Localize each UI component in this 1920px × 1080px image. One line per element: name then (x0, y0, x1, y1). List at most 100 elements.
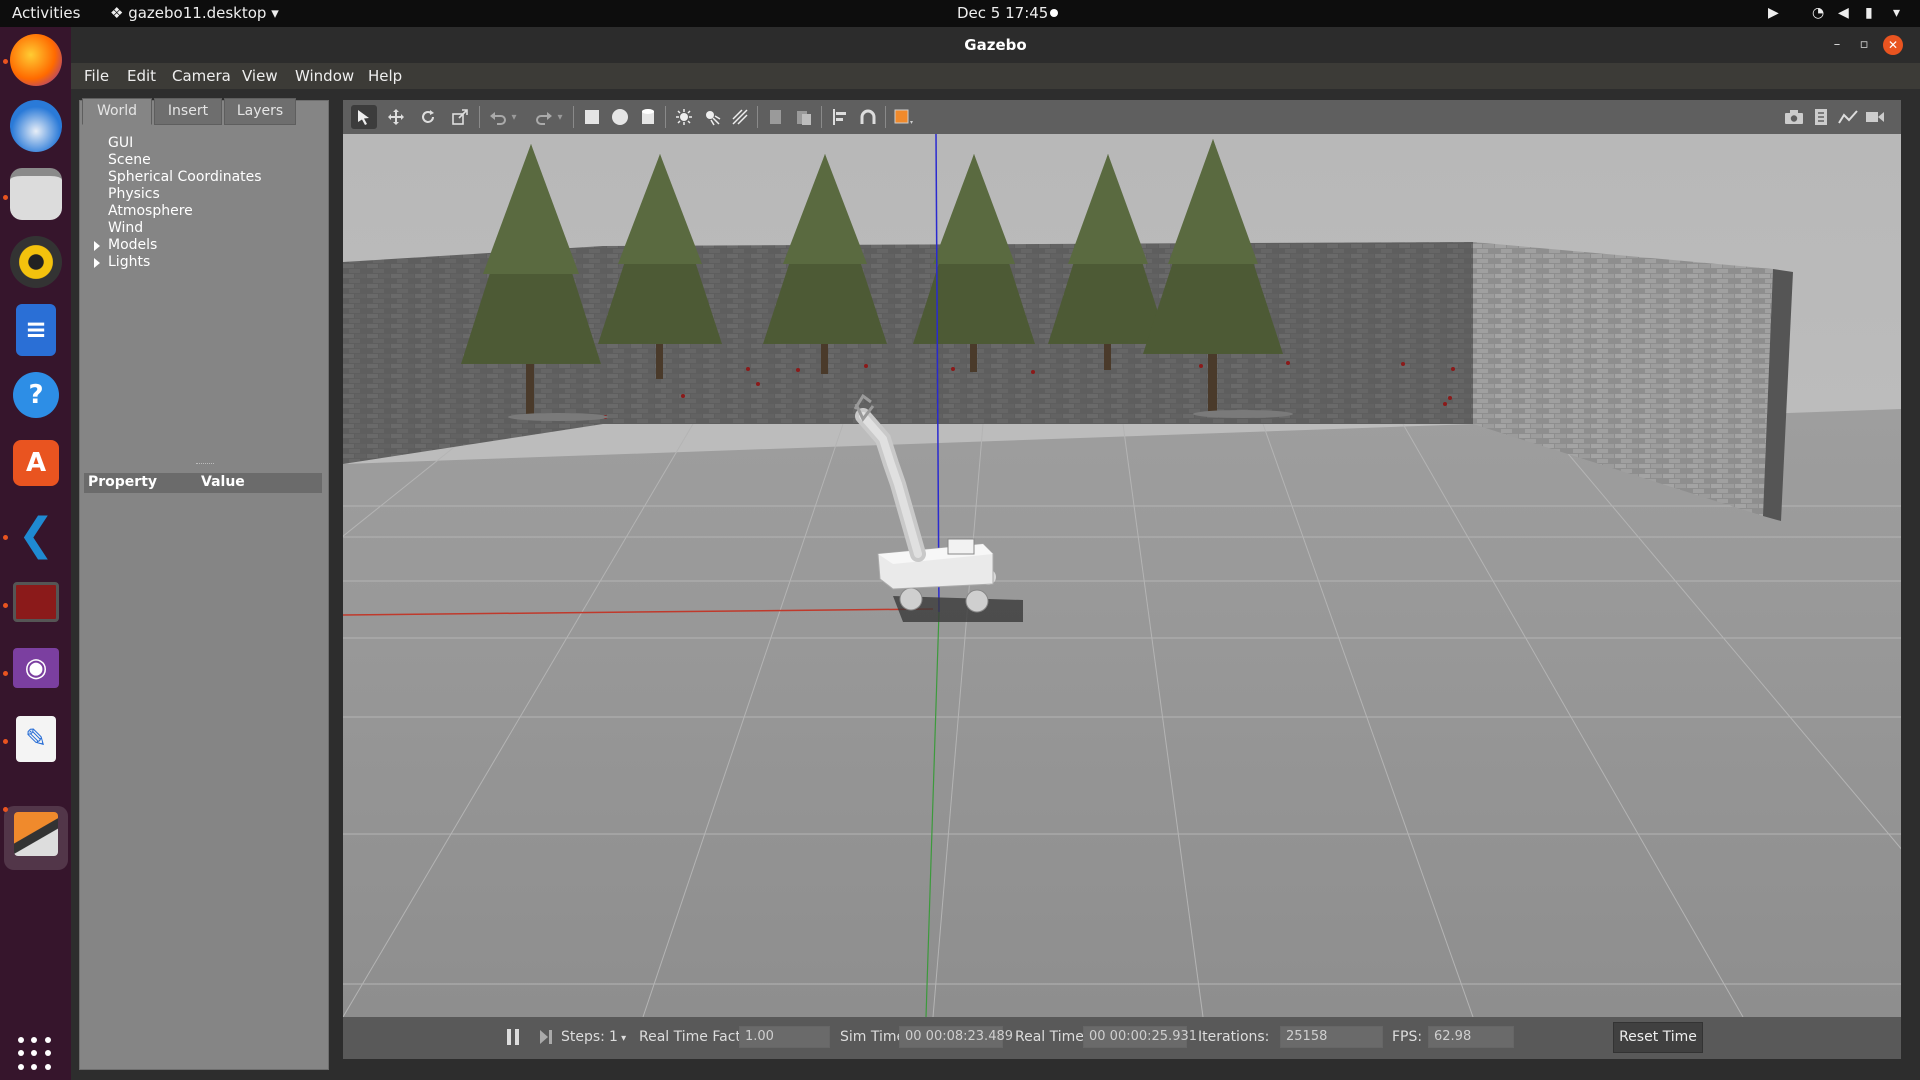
tree-item-gui[interactable]: GUI (108, 135, 133, 151)
simulation-status-bar: Steps: 1 ▾ Real Time Factor: 1.00 Sim Ti… (343, 1017, 1901, 1059)
expand-arrow-icon[interactable] (94, 258, 100, 268)
fps-label: FPS: (1392, 1029, 1423, 1045)
expand-arrow-icon[interactable] (94, 241, 100, 251)
menu-view[interactable]: View (242, 67, 278, 85)
real-time-field: 00 00:00:25.931 (1083, 1026, 1197, 1048)
files-icon[interactable] (10, 168, 62, 220)
view-angle-icon[interactable] (891, 105, 917, 129)
menu-file[interactable]: File (84, 67, 109, 85)
menu-edit[interactable]: Edit (127, 67, 156, 85)
redo-history-chevron-icon[interactable]: ▾ (553, 105, 567, 129)
property-column-header: Property (88, 474, 158, 490)
chevron-down-icon: ▾ (266, 4, 279, 22)
system-menu-chevron-icon[interactable]: ▾ (1893, 5, 1900, 21)
tree-item-wind[interactable]: Wind (108, 220, 143, 236)
box-shape-icon[interactable] (579, 105, 605, 129)
restore-icon[interactable]: ▫ (1854, 35, 1874, 55)
menu-bar: File Edit Camera View Window Help (71, 63, 1920, 89)
point-light-icon[interactable] (671, 105, 697, 129)
real-time-label: Real Time: (1015, 1029, 1089, 1045)
steps-value[interactable]: 1 ▾ (609, 1029, 626, 1045)
sim-time-field: 00 00:08:23.489 (899, 1026, 1013, 1048)
show-applications-icon[interactable] (18, 1037, 52, 1071)
select-mode-icon[interactable] (351, 105, 377, 129)
iterations-label: Iterations: (1198, 1029, 1270, 1045)
minimize-icon[interactable]: – (1827, 35, 1847, 55)
screenshot-camera-icon[interactable] (1781, 105, 1807, 129)
steps-label: Steps: (561, 1029, 605, 1045)
screen-record-icon[interactable]: ▶ (1768, 5, 1779, 21)
dock: ≡ ? A ❮ ◉ ✎ (0, 27, 71, 1080)
copy-icon[interactable] (763, 105, 789, 129)
menu-window[interactable]: Window (295, 67, 354, 85)
menu-help[interactable]: Help (368, 67, 402, 85)
close-icon[interactable]: ✕ (1883, 35, 1903, 55)
rotate-mode-icon[interactable] (415, 105, 441, 129)
tree-item-physics[interactable]: Physics (108, 186, 160, 202)
translate-mode-icon[interactable] (383, 105, 409, 129)
running-indicator (3, 807, 8, 812)
clock[interactable]: Dec 5 17:45 (957, 4, 1048, 22)
firefox-icon[interactable] (10, 34, 62, 86)
tree-item-scene[interactable]: Scene (108, 152, 151, 168)
vscode-icon[interactable]: ❮ (10, 508, 62, 560)
window-title: Gazebo (964, 36, 1027, 54)
spot-light-icon[interactable] (699, 105, 725, 129)
menu-camera[interactable]: Camera (172, 67, 231, 85)
system-top-bar: Activities ❖ gazebo11.desktop ▾ Dec 5 17… (0, 0, 1920, 27)
world-panel: World Insert Layers GUI Scene Spherical … (79, 98, 329, 1070)
running-indicator (3, 535, 8, 540)
activities-button[interactable]: Activities (12, 4, 80, 22)
toolbar-separator (885, 106, 886, 128)
tree-item-models[interactable]: Models (108, 237, 157, 253)
tab-layers[interactable]: Layers (224, 98, 296, 125)
toolbar-separator (757, 106, 758, 128)
panel-splitter[interactable] (196, 463, 214, 464)
rhythmbox-icon[interactable] (10, 236, 62, 288)
paste-icon[interactable] (791, 105, 817, 129)
scale-mode-icon[interactable] (447, 105, 473, 129)
sphere-shape-icon[interactable] (607, 105, 633, 129)
app-menu-label: gazebo11.desktop (128, 4, 267, 22)
tree-item-spherical-coordinates[interactable]: Spherical Coordinates (108, 169, 262, 185)
window-titlebar[interactable]: Gazebo – ▫ ✕ (71, 27, 1920, 63)
plot-icon[interactable] (1835, 105, 1861, 129)
chevron-down-icon: ▾ (617, 1033, 627, 1044)
cylinder-shape-icon[interactable] (635, 105, 661, 129)
running-indicator (3, 195, 8, 200)
3d-viewport[interactable] (343, 134, 1901, 1017)
volume-icon[interactable]: ◀ (1838, 5, 1849, 21)
wifi-icon[interactable]: ◔ (1812, 5, 1824, 21)
reset-time-button[interactable]: Reset Time (1613, 1022, 1703, 1053)
tree-item-atmosphere[interactable]: Atmosphere (108, 203, 193, 219)
toolbar-separator (821, 106, 822, 128)
battery-icon[interactable]: ▮ (1865, 5, 1873, 21)
undo-history-chevron-icon[interactable]: ▾ (507, 105, 521, 129)
running-indicator (3, 603, 8, 608)
video-record-icon[interactable] (1862, 105, 1888, 129)
software-icon[interactable]: A (13, 440, 59, 486)
thunderbird-icon[interactable] (10, 100, 62, 152)
tab-world[interactable]: World (82, 98, 152, 125)
step-icon[interactable] (539, 1028, 553, 1046)
property-table-header: Property Value (84, 473, 322, 493)
libreoffice-writer-icon[interactable]: ≡ (16, 304, 56, 356)
notification-dot-icon (1050, 9, 1058, 17)
iterations-field: 25158 (1280, 1026, 1383, 1048)
pause-icon[interactable] (506, 1028, 520, 1046)
terminal-icon[interactable] (13, 582, 59, 622)
tree-item-lights[interactable]: Lights (108, 254, 150, 270)
tab-insert[interactable]: Insert (154, 98, 222, 125)
running-indicator (3, 59, 8, 64)
running-indicator (3, 671, 8, 676)
text-editor-icon[interactable]: ✎ (16, 716, 56, 762)
snap-magnet-icon[interactable] (855, 105, 881, 129)
align-icon[interactable] (827, 105, 853, 129)
gazebo-icon[interactable] (14, 812, 58, 856)
app-menu[interactable]: ❖ gazebo11.desktop ▾ (110, 4, 279, 22)
directional-light-icon[interactable] (727, 105, 753, 129)
log-data-icon[interactable] (1808, 105, 1834, 129)
video-icon[interactable]: ◉ (13, 648, 59, 688)
fps-field: 62.98 (1428, 1026, 1514, 1048)
help-icon[interactable]: ? (13, 372, 59, 418)
